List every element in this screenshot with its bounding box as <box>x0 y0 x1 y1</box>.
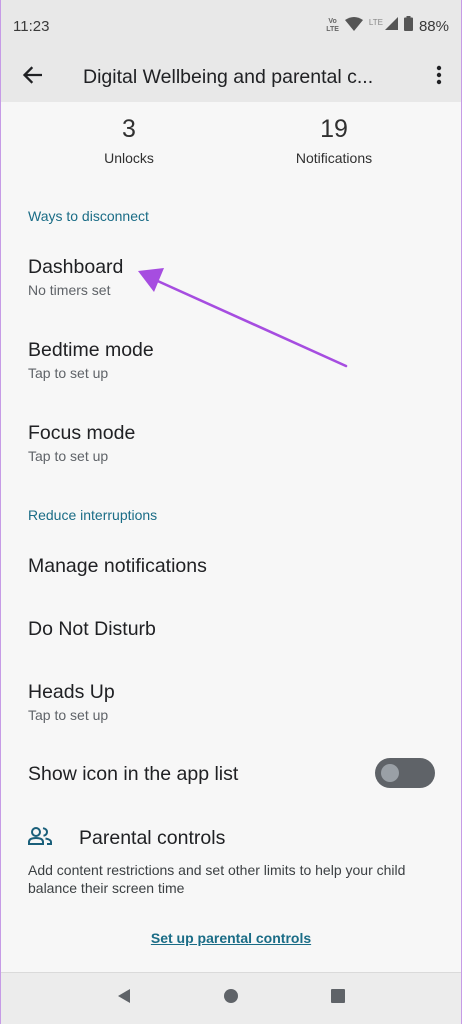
do-not-disturb-item[interactable]: Do Not Disturb <box>1 617 461 657</box>
manage-notifications-item[interactable]: Manage notifications <box>1 554 461 594</box>
triangle-back-icon <box>116 988 132 1009</box>
item-title: Do Not Disturb <box>28 618 156 640</box>
unlocks-label: Unlocks <box>104 150 154 166</box>
item-subtitle: Tap to set up <box>28 707 109 723</box>
wifi-icon <box>344 16 363 36</box>
focus-mode-item[interactable]: Focus mode Tap to set up <box>1 421 461 481</box>
parental-controls-title: Parental controls <box>79 827 226 849</box>
item-subtitle: Tap to set up <box>28 448 109 464</box>
square-recents-icon <box>330 988 346 1009</box>
item-subtitle: Tap to set up <box>28 365 109 381</box>
more-vert-icon <box>436 65 442 90</box>
people-icon <box>28 826 52 851</box>
dashboard-item[interactable]: Dashboard No timers set <box>1 255 461 315</box>
phone-screen: 11:23 Vo LTE LTE 88% Digital Wellbeing a… <box>0 0 462 1024</box>
item-title: Dashboard <box>28 256 124 278</box>
signal-icon <box>384 17 398 35</box>
volte-icon: Vo LTE <box>326 18 339 33</box>
setup-parental-controls-link[interactable]: Set up parental controls <box>1 930 461 946</box>
section-header-ways-to-disconnect: Ways to disconnect <box>28 208 149 224</box>
circle-home-icon <box>223 988 239 1009</box>
lte-label: LTE <box>368 18 383 27</box>
bedtime-mode-item[interactable]: Bedtime mode Tap to set up <box>1 338 461 398</box>
navigation-bar <box>1 972 461 1024</box>
item-title: Manage notifications <box>28 555 207 577</box>
unlocks-stat: 3 Unlocks <box>79 114 179 166</box>
parental-controls-description: Add content restrictions and set other l… <box>28 862 406 896</box>
item-title: Heads Up <box>28 681 115 703</box>
notifications-count: 19 <box>320 115 348 143</box>
notifications-stat: 19 Notifications <box>269 114 399 166</box>
unlocks-count: 3 <box>122 115 136 143</box>
item-subtitle: No timers set <box>28 282 111 298</box>
notifications-label: Notifications <box>295 150 373 166</box>
battery-icon <box>403 16 413 36</box>
heads-up-item[interactable]: Heads Up Tap to set up <box>1 680 461 740</box>
section-header-reduce-interruptions: Reduce interruptions <box>28 507 158 523</box>
arrow-back-icon <box>22 65 43 89</box>
status-time: 11:23 <box>13 17 50 35</box>
battery-percent: 88% <box>418 17 449 35</box>
more-options-button[interactable] <box>417 52 461 102</box>
parental-controls-row: Parental controls <box>28 826 225 851</box>
status-bar: 11:23 Vo LTE LTE 88% <box>1 0 461 52</box>
back-button[interactable] <box>1 52 63 102</box>
show-icon-toggle[interactable] <box>375 758 435 788</box>
app-bar: Digital Wellbeing and parental c... <box>1 52 461 102</box>
status-icons: Vo LTE LTE 88% <box>326 16 449 36</box>
item-title: Bedtime mode <box>28 339 154 361</box>
nav-recents-button[interactable] <box>322 983 354 1015</box>
nav-home-button[interactable] <box>215 983 247 1015</box>
toggle-knob <box>381 764 399 782</box>
page-title: Digital Wellbeing and parental c... <box>83 65 374 88</box>
item-title: Focus mode <box>28 422 136 444</box>
nav-back-button[interactable] <box>108 983 140 1015</box>
